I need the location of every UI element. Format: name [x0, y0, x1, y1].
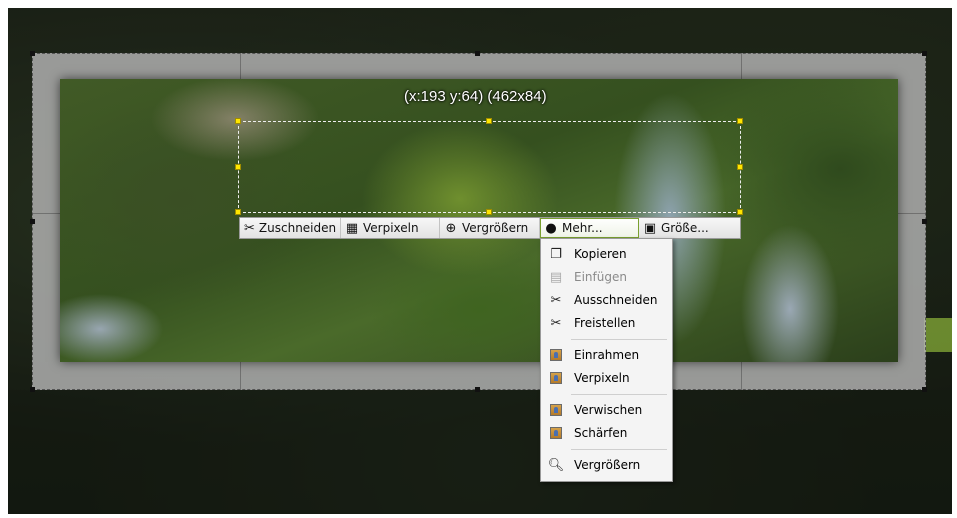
- menu-item-paste[interactable]: ▤ Einfügen: [541, 266, 672, 288]
- more-button-label: Mehr...: [562, 221, 603, 235]
- pixelate-icon: ▦: [345, 220, 359, 236]
- selection-handle-left[interactable]: [235, 164, 241, 170]
- menu-item-sharpen[interactable]: Schärfen: [541, 422, 672, 444]
- menu-item-label: Verwischen: [574, 403, 643, 417]
- magnifier-icon: 🔍︎: [547, 457, 565, 473]
- zoom-button-label: Vergrößern: [462, 221, 529, 235]
- size-button-label: Größe...: [661, 221, 709, 235]
- menu-item-blur[interactable]: Verwischen: [541, 399, 672, 421]
- selection-handle-top-left[interactable]: [235, 118, 241, 124]
- frame-handle-top-left[interactable]: [30, 51, 35, 56]
- menu-item-label: Freistellen: [574, 316, 636, 330]
- more-context-menu: ❐ Kopieren ▤ Einfügen ✂ Ausschneiden ✂ F…: [540, 238, 673, 482]
- frame-handle-left[interactable]: [30, 219, 35, 224]
- zoom-icon: ⊕: [445, 220, 457, 236]
- copy-icon: ❐: [550, 246, 562, 262]
- menu-separator: [571, 339, 667, 340]
- image-effect-icon: [548, 347, 564, 363]
- zoom-button[interactable]: ⊕ Vergrößern: [440, 218, 540, 238]
- menu-item-cut[interactable]: ✂ Ausschneiden: [541, 289, 672, 311]
- menu-item-label: Schärfen: [574, 426, 628, 440]
- crop-button-label: Zuschneiden: [258, 221, 337, 235]
- menu-item-label: Verpixeln: [574, 371, 630, 385]
- frame-handle-right[interactable]: [922, 219, 927, 224]
- menu-item-pixelate[interactable]: Verpixeln: [541, 367, 672, 389]
- menu-separator: [571, 394, 667, 395]
- menu-item-magnify[interactable]: 🔍︎ Vergrößern: [541, 454, 672, 476]
- menu-item-crop-out[interactable]: ✂ Freistellen: [541, 312, 672, 334]
- size-button[interactable]: ▣ Größe...: [639, 218, 740, 238]
- selection-handle-bottom-right[interactable]: [737, 209, 743, 215]
- frame-handle-top[interactable]: [475, 51, 480, 56]
- selection-handle-right[interactable]: [737, 164, 743, 170]
- paste-icon: ▤: [549, 269, 563, 285]
- selection-handle-top[interactable]: [486, 118, 492, 124]
- editor-canvas: (x:193 y:64) (462x84) ✂ Zuschneiden ▦ Ve…: [8, 8, 952, 514]
- background-accent: [924, 318, 952, 352]
- menu-item-label: Vergrößern: [574, 458, 641, 472]
- menu-item-frame[interactable]: Einrahmen: [541, 344, 672, 366]
- menu-item-copy[interactable]: ❐ Kopieren: [541, 243, 672, 265]
- pixelate-button-label: Verpixeln: [363, 221, 419, 235]
- selection-coordinates: (x:193 y:64) (462x84): [404, 88, 547, 105]
- scissors-icon: ✂: [244, 220, 255, 236]
- crop-button[interactable]: ✂ Zuschneiden: [240, 218, 341, 238]
- menu-item-label: Ausschneiden: [574, 293, 658, 307]
- image-effect-icon: [548, 402, 564, 418]
- frame-handle-top-right[interactable]: [922, 51, 927, 56]
- selection-handle-bottom[interactable]: [486, 209, 492, 215]
- scissors-icon: ✂: [550, 292, 562, 308]
- plus-circle-icon: ●: [545, 220, 557, 236]
- frame-handle-bottom-right[interactable]: [922, 387, 927, 392]
- menu-item-label: Einrahmen: [574, 348, 640, 362]
- frame-handle-bottom[interactable]: [475, 387, 480, 392]
- selection-rectangle[interactable]: [238, 121, 741, 213]
- pixelate-button[interactable]: ▦ Verpixeln: [341, 218, 440, 238]
- selection-handle-top-right[interactable]: [737, 118, 743, 124]
- frame-handle-bottom-left[interactable]: [30, 387, 35, 392]
- more-button[interactable]: ● Mehr...: [540, 218, 639, 238]
- image-effect-icon: [548, 425, 564, 441]
- image-effect-icon: [548, 370, 564, 386]
- selection-toolbar: ✂ Zuschneiden ▦ Verpixeln ⊕ Vergrößern ●…: [239, 217, 741, 239]
- background-strip: [8, 390, 952, 514]
- resize-icon: ▣: [643, 220, 657, 236]
- menu-item-label: Einfügen: [574, 270, 627, 284]
- menu-item-label: Kopieren: [574, 247, 627, 261]
- selection-handle-bottom-left[interactable]: [235, 209, 241, 215]
- scissors-icon: ✂: [550, 315, 562, 331]
- menu-separator: [571, 449, 667, 450]
